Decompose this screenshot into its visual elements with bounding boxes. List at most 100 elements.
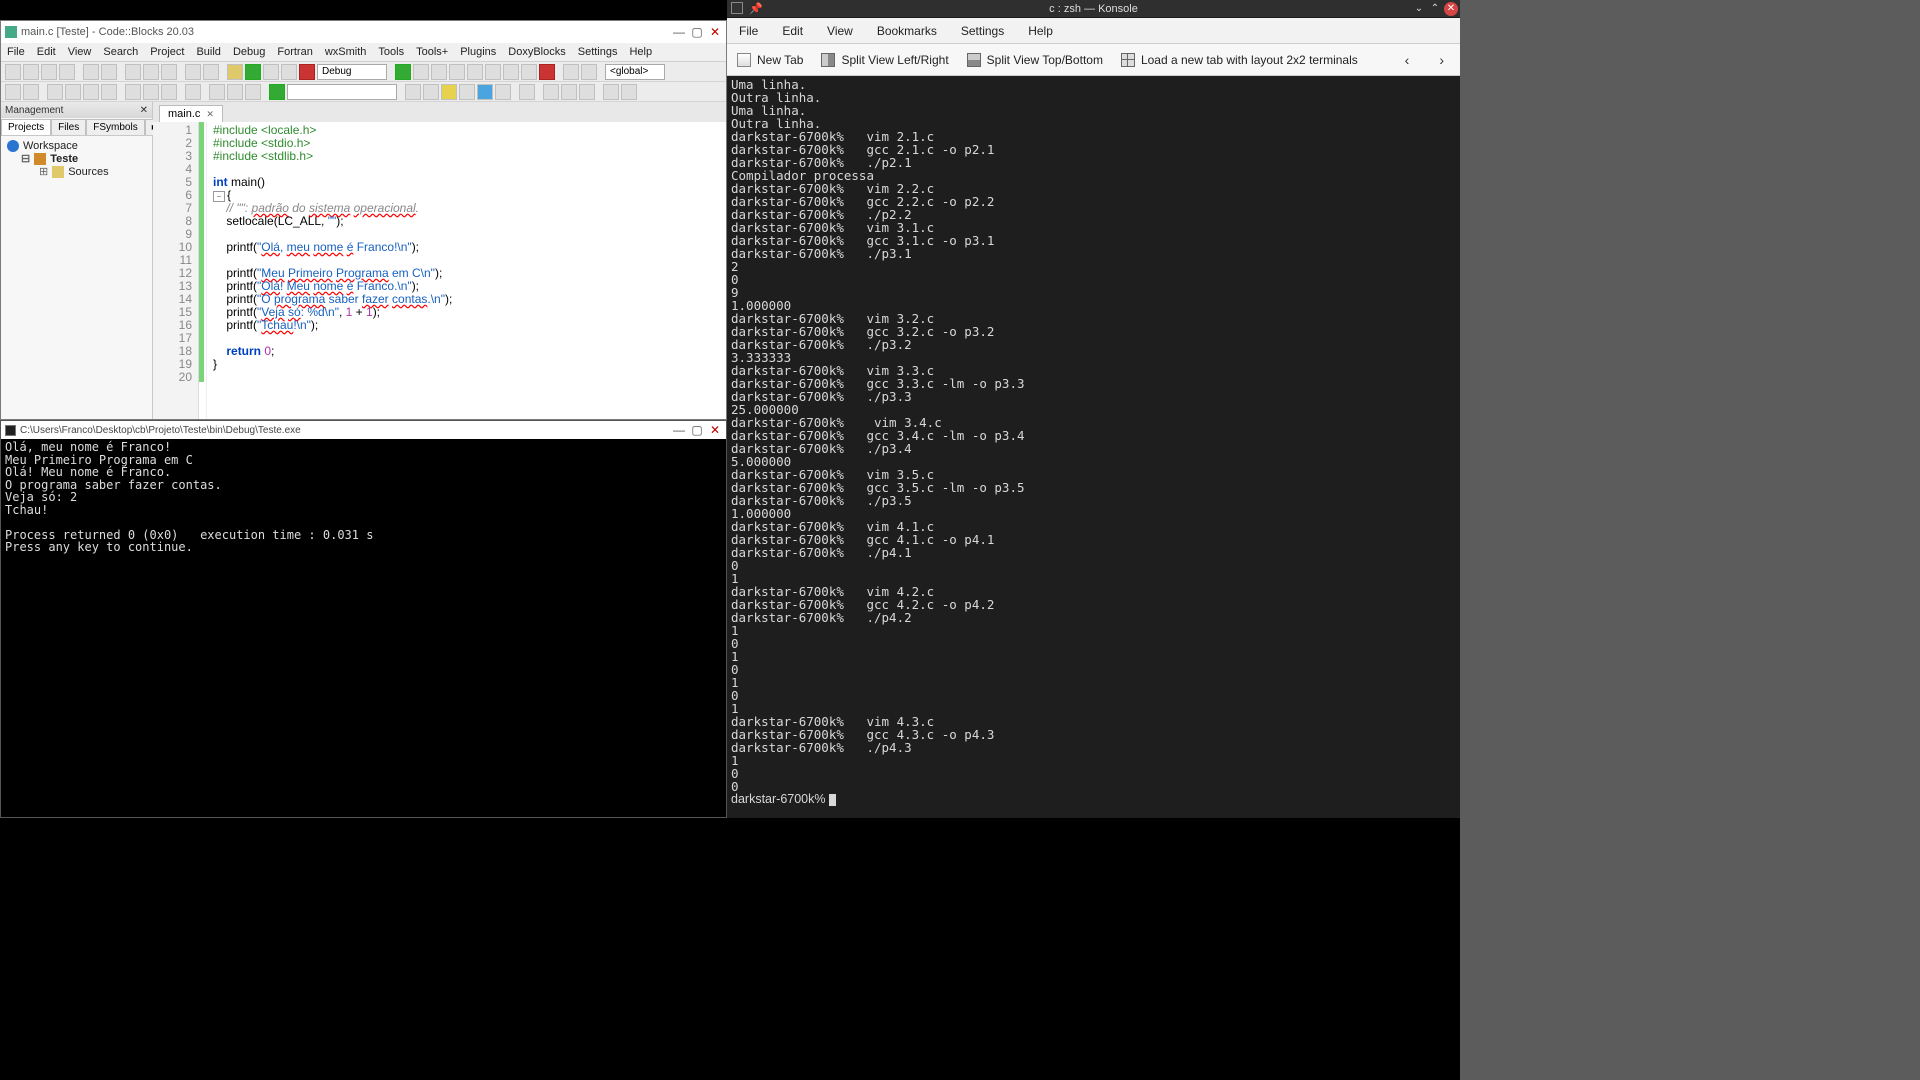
sidetab-projects[interactable]: Projects — [1, 119, 51, 135]
tabbar-left-arrow[interactable]: ‹ — [1399, 52, 1416, 68]
sidetab-fsymbols[interactable]: FSymbols — [86, 119, 144, 135]
split-lr-button[interactable]: Split View Left/Right — [821, 53, 948, 67]
konsole-maximize-button[interactable]: ⌃ — [1428, 2, 1442, 16]
menu-fortran[interactable]: Fortran — [277, 46, 312, 58]
editor-tab-close[interactable]: ✕ — [206, 109, 214, 120]
split-tb-button[interactable]: Split View Top/Bottom — [967, 53, 1103, 67]
build-button[interactable] — [227, 64, 243, 80]
next-line-button[interactable] — [431, 64, 447, 80]
console-maximize-button[interactable]: ▢ — [690, 423, 704, 437]
maximize-button[interactable]: ▢ — [690, 25, 704, 39]
misc-button-6[interactable] — [621, 84, 637, 100]
menu-settings[interactable]: Settings — [578, 46, 618, 58]
management-panel-header[interactable]: Management ✕ — [1, 102, 152, 118]
konsole-menu-help[interactable]: Help — [1028, 24, 1053, 38]
stop-debug-button[interactable] — [539, 64, 555, 80]
console-minimize-button[interactable]: — — [672, 423, 686, 437]
tree-folder-sources[interactable]: ⊞Sources — [5, 165, 148, 178]
bookmark-next-button[interactable] — [83, 84, 99, 100]
konsole-titlebar[interactable]: 📌 c : zsh — Konsole ⌄ ⌃ ✕ — [727, 0, 1460, 18]
misc-button-4[interactable] — [579, 84, 595, 100]
hl-prev-button[interactable] — [405, 84, 421, 100]
tabbar-right-arrow[interactable]: › — [1433, 52, 1450, 68]
step-into-button[interactable] — [449, 64, 465, 80]
hl-word-button[interactable] — [477, 84, 493, 100]
bookmark-clear-button[interactable] — [101, 84, 117, 100]
menu-edit[interactable]: Edit — [37, 46, 56, 58]
code-content[interactable]: #include <locale.h>#include <stdio.h>#in… — [207, 122, 726, 419]
doxy-button-1[interactable] — [125, 84, 141, 100]
console-output[interactable]: Olá, meu nome é Franco! Meu Primeiro Pro… — [1, 439, 726, 556]
new-file-button[interactable] — [5, 64, 21, 80]
misc-button-3[interactable] — [561, 84, 577, 100]
konsole-close-button[interactable]: ✕ — [1444, 2, 1458, 16]
konsole-minimize-button[interactable]: ⌄ — [1412, 2, 1426, 16]
layout-2x2-button[interactable]: Load a new tab with layout 2x2 terminals — [1121, 53, 1358, 67]
paste-button[interactable] — [161, 64, 177, 80]
run-button[interactable] — [245, 64, 261, 80]
menu-file[interactable]: File — [7, 46, 25, 58]
tree-project[interactable]: ⊟Teste — [5, 152, 148, 165]
menu-tools+[interactable]: Tools+ — [416, 46, 448, 58]
menu-view[interactable]: View — [68, 46, 92, 58]
rebuild-button[interactable] — [281, 64, 297, 80]
build-target-dropdown[interactable]: Debug — [317, 64, 387, 80]
redo-button[interactable] — [101, 64, 117, 80]
pin-icon[interactable]: 📌 — [749, 2, 763, 15]
close-button[interactable]: ✕ — [708, 25, 722, 39]
menu-build[interactable]: Build — [196, 46, 220, 58]
doxy-button-3[interactable] — [161, 84, 177, 100]
new-tab-button[interactable]: New Tab — [737, 53, 803, 67]
tree-workspace[interactable]: Workspace — [5, 140, 148, 152]
bookmark-prev-button[interactable] — [65, 84, 81, 100]
jump-back-button[interactable] — [209, 84, 225, 100]
debug-windows-button[interactable] — [563, 64, 579, 80]
info-button[interactable] — [581, 64, 597, 80]
find-button[interactable] — [185, 64, 201, 80]
sidetab-files[interactable]: Files — [51, 119, 86, 135]
bookmark-toggle-button[interactable] — [47, 84, 63, 100]
project-tree[interactable]: Workspace ⊟Teste ⊞Sources — [1, 136, 152, 182]
minimize-button[interactable]: — — [672, 25, 686, 39]
hl-next-button[interactable] — [423, 84, 439, 100]
editor-tab-main[interactable]: main.c ✕ — [159, 105, 223, 122]
menu-search[interactable]: Search — [103, 46, 138, 58]
select-tool-button[interactable] — [185, 84, 201, 100]
konsole-menu-view[interactable]: View — [827, 24, 853, 38]
nav-fwd-button[interactable] — [23, 84, 39, 100]
copy-button[interactable] — [143, 64, 159, 80]
menu-debug[interactable]: Debug — [233, 46, 265, 58]
hl-case-button[interactable] — [459, 84, 475, 100]
next-instr-button[interactable] — [485, 64, 501, 80]
hl-regex-button[interactable] — [495, 84, 511, 100]
jump-last-button[interactable] — [245, 84, 261, 100]
abort-button[interactable] — [299, 64, 315, 80]
konsole-menu-bookmarks[interactable]: Bookmarks — [877, 24, 937, 38]
codeblocks-titlebar[interactable]: main.c [Teste] - Code::Blocks 20.03 — ▢ … — [1, 21, 726, 43]
scope-dropdown[interactable]: <global> — [605, 64, 665, 80]
build-run-button[interactable] — [263, 64, 279, 80]
menu-wxsmith[interactable]: wxSmith — [325, 46, 367, 58]
debug-start-button[interactable] — [395, 64, 411, 80]
menu-project[interactable]: Project — [150, 46, 184, 58]
run-to-cursor-button[interactable] — [413, 64, 429, 80]
menu-tools[interactable]: Tools — [378, 46, 404, 58]
konsole-menu-edit[interactable]: Edit — [782, 24, 803, 38]
step-instr-button[interactable] — [503, 64, 519, 80]
nav-back-button[interactable] — [5, 84, 21, 100]
misc-button-2[interactable] — [543, 84, 559, 100]
misc-button-5[interactable] — [603, 84, 619, 100]
code-editor[interactable]: 1234567891011121314151617181920 #include… — [153, 122, 726, 419]
menu-doxyblocks[interactable]: DoxyBlocks — [508, 46, 565, 58]
step-out-button[interactable] — [467, 64, 483, 80]
panel-close-button[interactable]: ✕ — [140, 105, 148, 116]
break-button[interactable] — [521, 64, 537, 80]
replace-button[interactable] — [203, 64, 219, 80]
doxy-button-2[interactable] — [143, 84, 159, 100]
console-titlebar[interactable]: C:\Users\Franco\Desktop\cb\Projeto\Teste… — [1, 421, 726, 439]
search-input[interactable] — [287, 84, 397, 100]
console-close-button[interactable]: ✕ — [708, 423, 722, 437]
cut-button[interactable] — [125, 64, 141, 80]
konsole-menu-file[interactable]: File — [739, 24, 758, 38]
save-all-button[interactable] — [59, 64, 75, 80]
